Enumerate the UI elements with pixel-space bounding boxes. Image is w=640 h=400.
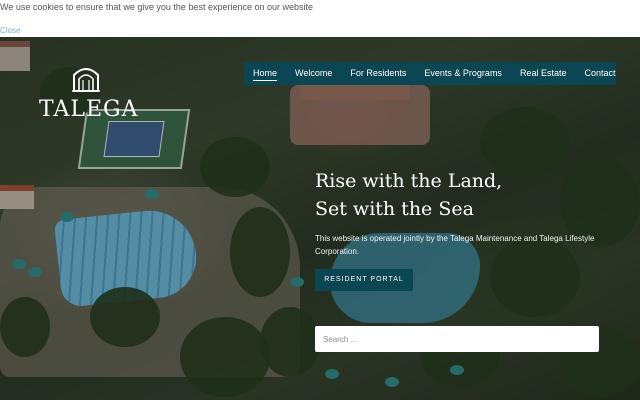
nav-item-events-programs[interactable]: Events & Programs (415, 62, 511, 85)
main-navigation: Home Welcome For Residents Events & Prog… (244, 62, 616, 85)
cookie-close-link[interactable]: Close (0, 26, 20, 35)
cookie-message: We use cookies to ensure that we give yo… (0, 2, 314, 12)
hero-section: TALEGA Home Welcome For Residents Events… (0, 37, 640, 400)
nav-item-contact[interactable]: Contact (575, 62, 624, 85)
cookie-notice-bar: We use cookies to ensure that we give yo… (0, 0, 640, 37)
nav-item-home[interactable]: Home (244, 62, 286, 85)
hero-headline-line: Rise with the Land, (315, 170, 503, 192)
nav-item-for-residents[interactable]: For Residents (341, 62, 415, 85)
arched-gate-icon (72, 68, 100, 92)
nav-item-real-estate[interactable]: Real Estate (511, 62, 576, 85)
hero-headline: Rise with the Land, Set with the Sea (315, 167, 595, 223)
nav-item-welcome[interactable]: Welcome (286, 62, 341, 85)
hero-description: This website is operated jointly by the … (315, 234, 595, 256)
hero-headline-line: Set with the Sea (315, 198, 474, 220)
resident-portal-button[interactable]: RESIDENT PORTAL (315, 269, 413, 291)
brand-name: TALEGA (39, 97, 139, 122)
talega-logo[interactable]: TALEGA (39, 65, 139, 125)
search-input[interactable] (315, 326, 599, 352)
